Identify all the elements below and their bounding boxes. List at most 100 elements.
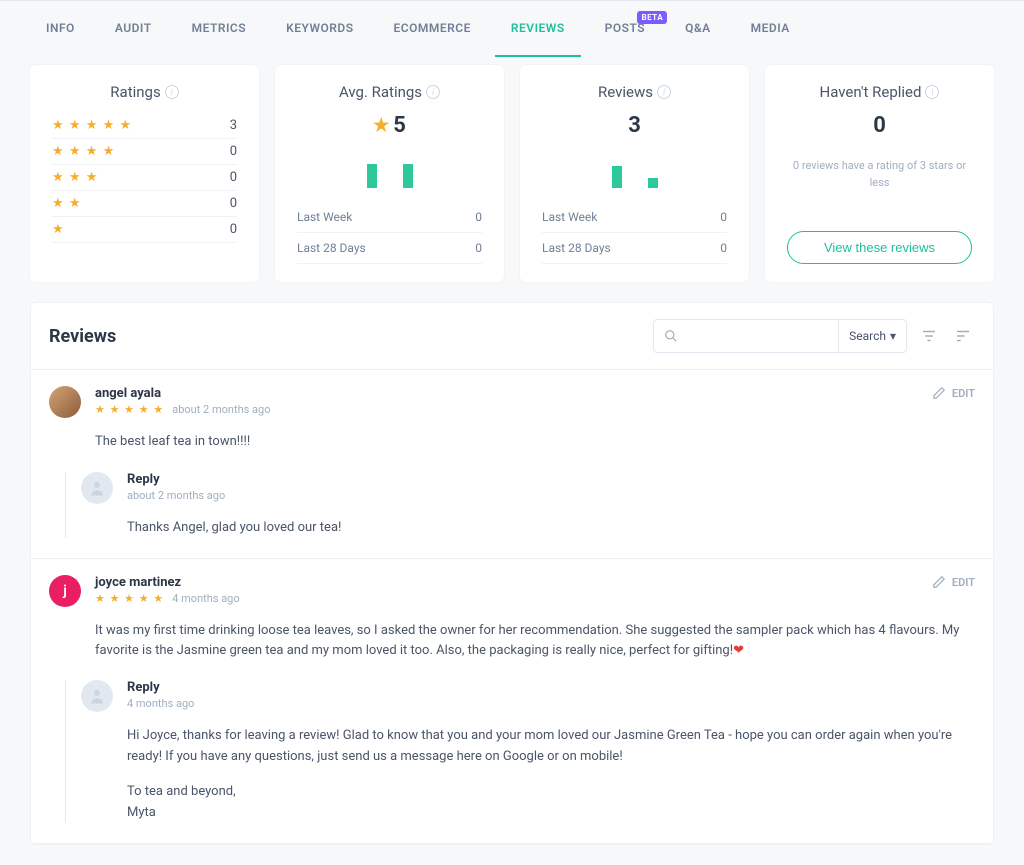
info-icon[interactable]: i	[925, 85, 939, 99]
avg-last-28-value: 0	[475, 241, 482, 255]
reviews-title: Reviews	[49, 326, 116, 347]
edit-button[interactable]: EDIT	[932, 386, 975, 400]
ratings-row-1-count: 0	[230, 222, 237, 237]
reply-label: Reply	[127, 472, 975, 487]
edit-label: EDIT	[952, 576, 975, 589]
chart-bar	[612, 166, 622, 188]
reply-timestamp: about 2 months ago	[127, 489, 975, 502]
ratings-row-5-count: 3	[230, 118, 237, 133]
tab-ecommerce[interactable]: ECOMMERCE	[378, 1, 487, 57]
avatar	[81, 680, 113, 712]
avatar	[49, 386, 81, 418]
pencil-icon	[932, 386, 946, 400]
reviews-count-value: 3	[628, 113, 641, 138]
review-author: joyce martinez	[95, 575, 240, 590]
reviews-last-28-value: 0	[720, 241, 727, 255]
reviews-last-28: Last 28 Days 0	[542, 233, 727, 264]
ratings-row-2: ★ ★ 0	[52, 191, 237, 217]
tab-info[interactable]: INFO	[30, 1, 91, 57]
ratings-row-4-count: 0	[230, 144, 237, 159]
review-stars: ★ ★ ★ ★ ★	[95, 403, 164, 416]
heart-icon: ❤	[733, 643, 744, 658]
ratings-row-5: ★ ★ ★ ★ ★ 3	[52, 113, 237, 139]
reply-timestamp: 4 months ago	[127, 697, 975, 710]
sort-icon[interactable]	[951, 324, 975, 348]
reply-text: Thanks Angel, glad you loved our tea!	[127, 518, 975, 539]
search-icon[interactable]	[654, 320, 688, 352]
search-box: Search ▾	[653, 319, 907, 353]
stars-3: ★ ★ ★	[52, 170, 98, 185]
stars-4: ★ ★ ★ ★	[52, 144, 115, 159]
avg-last-week-value: 0	[475, 210, 482, 224]
info-icon[interactable]: i	[426, 85, 440, 99]
chart-bar	[367, 164, 377, 188]
view-reviews-button[interactable]: View these reviews	[787, 231, 972, 264]
card-not-replied-title: Haven't Replied	[820, 83, 922, 101]
chart-bar	[648, 178, 658, 188]
tab-media[interactable]: MEDIA	[735, 1, 806, 57]
edit-label: EDIT	[952, 387, 975, 400]
info-icon[interactable]: i	[165, 85, 179, 99]
chevron-down-icon: ▾	[890, 329, 896, 343]
info-icon[interactable]: i	[657, 85, 671, 99]
card-not-replied: Haven't Replied i 0 0 reviews have a rat…	[765, 65, 994, 282]
reviews-last-week-value: 0	[720, 210, 727, 224]
tab-keywords[interactable]: KEYWORDS	[270, 1, 369, 57]
review-author: angel ayala	[95, 386, 270, 401]
filter-icon[interactable]	[917, 324, 941, 348]
avg-last-week-label: Last Week	[297, 210, 352, 224]
review-item: j joyce martinez ★ ★ ★ ★ ★ 4 months ago	[31, 559, 993, 844]
edit-button[interactable]: EDIT	[932, 575, 975, 589]
stars-1: ★	[52, 222, 65, 237]
card-reviews-title: Reviews	[598, 83, 653, 101]
chart-bar	[403, 164, 413, 188]
reviews-last-week: Last Week 0	[542, 202, 727, 233]
thread-line	[49, 472, 81, 539]
review-timestamp: about 2 months ago	[172, 403, 270, 416]
ratings-row-1: ★ 0	[52, 217, 237, 243]
reviews-panel: Reviews Search ▾	[30, 302, 994, 845]
reviews-chart	[542, 148, 727, 188]
avg-last-28: Last 28 Days 0	[297, 233, 482, 264]
search-type-label: Search	[849, 329, 886, 343]
avatar	[81, 472, 113, 504]
ratings-row-2-count: 0	[230, 196, 237, 211]
ratings-row-4: ★ ★ ★ ★ 0	[52, 139, 237, 165]
not-replied-note: 0 reviews have a rating of 3 stars or le…	[787, 158, 972, 191]
tab-metrics[interactable]: METRICS	[176, 1, 263, 57]
pencil-icon	[932, 575, 946, 589]
avg-ratings-chart	[297, 148, 482, 188]
review-item: angel ayala ★ ★ ★ ★ ★ about 2 months ago…	[31, 370, 993, 559]
review-timestamp: 4 months ago	[172, 592, 239, 605]
review-stars: ★ ★ ★ ★ ★	[95, 592, 164, 605]
beta-badge: BETA	[637, 11, 667, 24]
tab-qa[interactable]: Q&A	[669, 1, 727, 57]
search-input[interactable]	[688, 320, 838, 352]
card-reviews-count: Reviews i 3 Last Week 0 Last 28 Days 0	[520, 65, 749, 282]
stars-2: ★ ★	[52, 196, 82, 211]
review-text: It was my first time drinking loose tea …	[95, 621, 975, 660]
reviews-last-28-label: Last 28 Days	[542, 241, 611, 255]
stars-5: ★ ★ ★ ★ ★	[52, 118, 132, 133]
card-avg-ratings: Avg. Ratings i ★ 5 Last Week 0 Last 28 D…	[275, 65, 504, 282]
reply-signature: To tea and beyond, Myta	[127, 782, 975, 824]
ratings-row-3-count: 0	[230, 170, 237, 185]
tab-posts[interactable]: POSTS BETA	[589, 1, 661, 57]
search-type-dropdown[interactable]: Search ▾	[838, 320, 906, 352]
tab-reviews[interactable]: REVIEWS	[495, 1, 581, 57]
card-ratings-title: Ratings	[110, 83, 160, 101]
avg-last-28-label: Last 28 Days	[297, 241, 366, 255]
thread-line	[49, 680, 81, 823]
card-avg-title: Avg. Ratings	[339, 83, 422, 101]
avatar: j	[49, 575, 81, 607]
card-ratings: Ratings i ★ ★ ★ ★ ★ 3 ★ ★ ★ ★ 0 ★ ★ ★ 0 …	[30, 65, 259, 282]
avg-rating-value: 5	[393, 113, 406, 138]
star-icon: ★	[373, 115, 389, 136]
ratings-row-3: ★ ★ ★ 0	[52, 165, 237, 191]
tab-bar: INFO AUDIT METRICS KEYWORDS ECOMMERCE RE…	[0, 1, 1024, 57]
review-text: The best leaf tea in town!!!!	[95, 432, 975, 452]
reply-label: Reply	[127, 680, 975, 695]
reviews-last-week-label: Last Week	[542, 210, 597, 224]
not-replied-value: 0	[873, 113, 886, 138]
tab-audit[interactable]: AUDIT	[99, 1, 168, 57]
